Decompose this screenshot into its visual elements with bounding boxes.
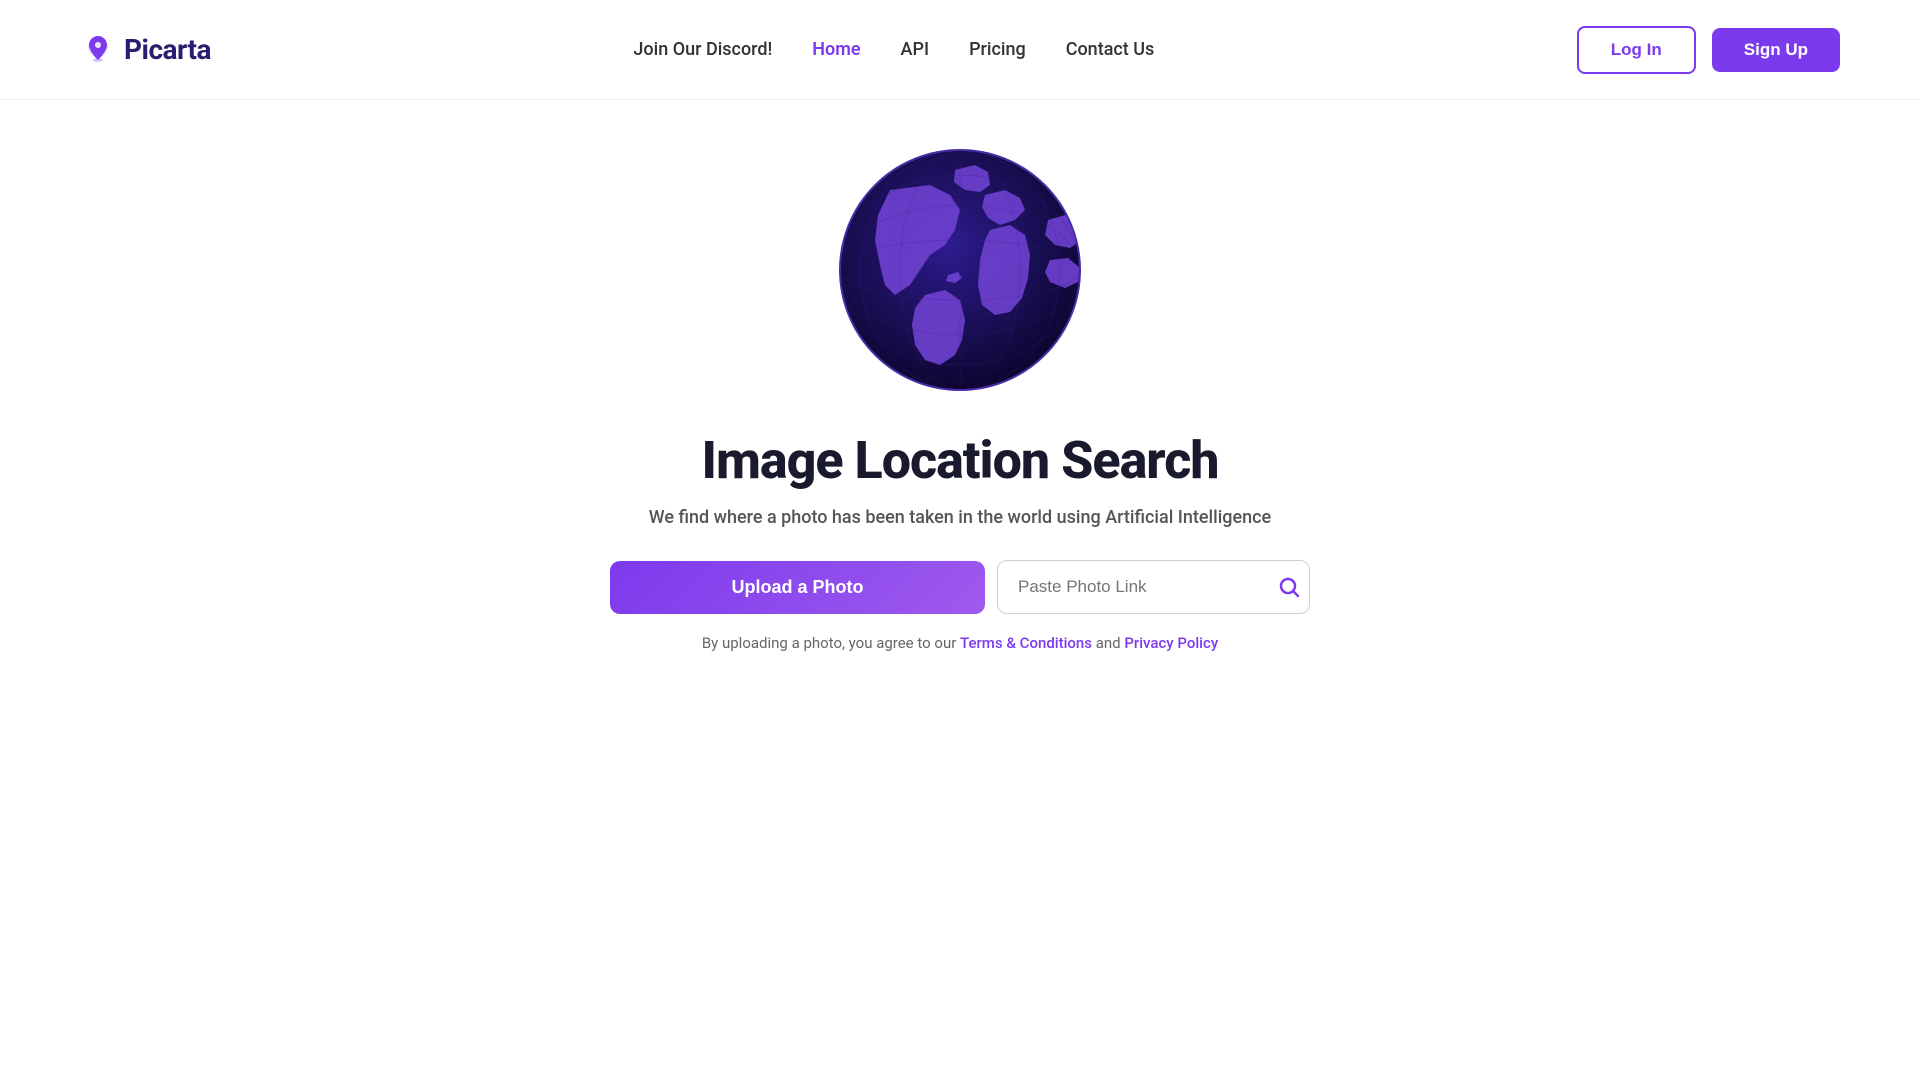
upload-photo-button[interactable]: Upload a Photo — [610, 561, 985, 614]
logo-text: Picarta — [124, 33, 211, 66]
logo-icon — [80, 32, 116, 68]
main-content: Image Location Search We find where a ph… — [0, 100, 1920, 652]
nav-item-home[interactable]: Home — [812, 39, 860, 60]
main-title: Image Location Search — [701, 430, 1218, 491]
nav: Join Our Discord! Home API Pricing Conta… — [633, 39, 1154, 60]
search-icon — [1277, 575, 1301, 599]
globe-icon — [830, 140, 1090, 400]
nav-item-pricing[interactable]: Pricing — [969, 39, 1026, 60]
main-subtitle: We find where a photo has been taken in … — [649, 507, 1271, 528]
privacy-link[interactable]: Privacy Policy — [1124, 634, 1218, 652]
terms-text: By uploading a photo, you agree to our T… — [702, 634, 1218, 652]
terms-prefix: By uploading a photo, you agree to our — [702, 634, 960, 652]
nav-item-contact[interactable]: Contact Us — [1066, 39, 1155, 60]
search-area: Upload a Photo — [610, 560, 1310, 614]
header: Picarta Join Our Discord! Home API Prici… — [0, 0, 1920, 100]
nav-item-api[interactable]: API — [901, 39, 930, 60]
terms-link[interactable]: Terms & Conditions — [960, 634, 1092, 652]
auth-buttons: Log In Sign Up — [1577, 26, 1840, 74]
paste-link-area — [997, 560, 1310, 614]
logo[interactable]: Picarta — [80, 32, 211, 68]
and-text: and — [1092, 634, 1124, 652]
search-button[interactable] — [1259, 561, 1310, 613]
signup-button[interactable]: Sign Up — [1712, 28, 1840, 72]
globe-container — [830, 140, 1090, 400]
login-button[interactable]: Log In — [1577, 26, 1696, 74]
paste-link-input[interactable] — [998, 561, 1259, 613]
nav-item-discord[interactable]: Join Our Discord! — [633, 39, 772, 60]
